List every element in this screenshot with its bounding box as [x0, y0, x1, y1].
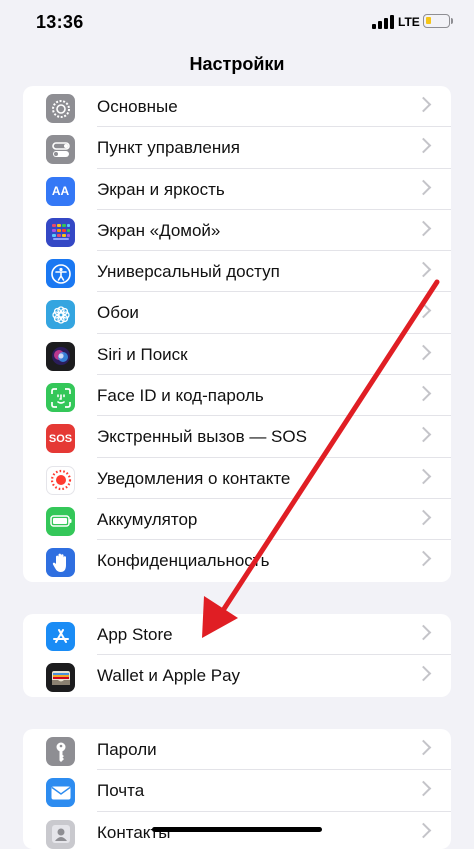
row-label: Wallet и Apple Pay — [97, 666, 241, 686]
chevron-right-icon — [415, 666, 432, 682]
chevron-right-icon — [415, 739, 432, 756]
key-icon — [46, 737, 75, 766]
row-label: Экран «Домой» — [97, 220, 221, 240]
battery-status-icon — [423, 14, 450, 28]
row-label: Основные — [97, 97, 178, 116]
page-title: Настройки — [189, 54, 285, 74]
status-time: 13:36 — [36, 12, 84, 32]
settings-row-wallpaper[interactable]: Обои — [23, 292, 451, 334]
settings-row-exposure-notifications[interactable]: Уведомления о контакте — [23, 458, 451, 499]
chevron-right-icon — [415, 624, 432, 641]
settings-group-store: App Store Wallet и Apple Pay — [23, 614, 451, 697]
row-label: Уведомления о контакте — [97, 468, 291, 488]
chevron-right-icon — [415, 344, 432, 361]
network-type: LTE — [398, 15, 420, 29]
home-indicator — [152, 827, 322, 832]
row-label: Экстренный вызов — SOS — [97, 427, 307, 447]
chevron-right-icon — [415, 427, 432, 443]
chevron-right-icon — [415, 96, 432, 113]
privacy-hand-icon — [46, 548, 75, 578]
wallet-icon — [46, 663, 75, 693]
row-label: Обои — [97, 303, 139, 323]
row-label: Экран и яркость — [97, 179, 225, 199]
settings-row-home-screen[interactable]: Экран «Домой» — [23, 210, 451, 252]
wallpaper-flower-icon — [46, 300, 75, 330]
settings-row-passwords[interactable]: Пароли — [23, 729, 451, 771]
chevron-right-icon — [415, 138, 432, 154]
home-grid-icon — [46, 217, 75, 247]
sos-icon: SOS — [46, 424, 75, 454]
row-label: Почта — [97, 781, 145, 801]
row-label: Аккумулятор — [97, 509, 198, 529]
chevron-right-icon — [415, 550, 432, 567]
row-label: App Store — [97, 625, 173, 644]
text-size-icon: AA — [46, 176, 75, 206]
chevron-right-icon — [415, 468, 432, 484]
app-store-icon — [46, 622, 75, 651]
exposure-notification-icon — [46, 465, 75, 495]
settings-row-control-center[interactable]: Пункт управления — [23, 127, 451, 169]
settings-row-battery[interactable]: Аккумулятор — [23, 499, 451, 541]
cellular-signal-icon — [372, 15, 394, 29]
settings-row-app-store[interactable]: App Store — [23, 614, 451, 656]
chevron-right-icon — [415, 509, 432, 526]
row-label: Контакты — [97, 822, 171, 842]
row-label: Пункт управления — [97, 138, 240, 158]
row-label: Универсальный доступ — [97, 262, 280, 282]
siri-icon — [46, 341, 75, 371]
face-id-icon — [46, 383, 75, 413]
gear-icon — [46, 94, 75, 123]
battery-icon — [46, 506, 75, 536]
settings-row-mail[interactable]: Почта — [23, 770, 451, 812]
chevron-right-icon — [415, 781, 432, 797]
row-label: Siri и Поиск — [97, 344, 188, 364]
settings-row-emergency-sos[interactable]: SOS Экстренный вызов — SOS — [23, 416, 451, 458]
settings-row-accessibility[interactable]: Универсальный доступ — [23, 251, 451, 293]
accessibility-icon — [46, 259, 75, 289]
settings-row-siri[interactable]: Siri и Поиск — [23, 334, 451, 376]
row-label: Пароли — [97, 740, 157, 759]
chevron-right-icon — [415, 220, 432, 237]
settings-row-wallet[interactable]: Wallet и Apple Pay — [23, 655, 451, 696]
chevron-right-icon — [415, 261, 432, 278]
chevron-right-icon — [415, 303, 432, 319]
chevron-right-icon — [415, 822, 432, 838]
settings-group-main: Основные Пункт управления AA Экран и ярк… — [23, 86, 451, 582]
chevron-right-icon — [415, 385, 432, 402]
settings-row-face-id[interactable]: Face ID и код-пароль — [23, 375, 451, 417]
mail-icon — [46, 778, 75, 808]
settings-row-privacy[interactable]: Конфиденциальность — [23, 540, 451, 581]
battery-nub — [451, 18, 453, 24]
row-label: Конфиденциальность — [97, 551, 270, 571]
contacts-icon — [46, 819, 75, 849]
chevron-right-icon — [415, 179, 432, 195]
settings-row-general[interactable]: Основные — [23, 86, 451, 128]
toggles-icon — [46, 135, 75, 165]
row-label: Face ID и код-пароль — [97, 386, 264, 406]
status-bar: 13:36 LTE — [0, 0, 474, 46]
settings-row-display[interactable]: AA Экран и яркость — [23, 169, 451, 210]
